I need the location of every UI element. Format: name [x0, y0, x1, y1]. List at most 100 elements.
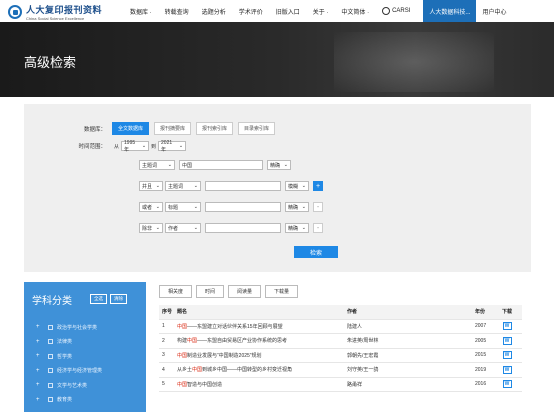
checkbox[interactable]	[48, 324, 53, 330]
checkbox[interactable]	[48, 339, 53, 345]
subject-item[interactable]: + 经济学与经济管理类	[36, 364, 102, 379]
subject-item[interactable]: + 文学与艺术类	[36, 378, 102, 393]
remove-row-button[interactable]: -	[313, 202, 323, 212]
field-select-1[interactable]: 主题词 ⌄	[139, 160, 175, 170]
nav-carsi[interactable]: CARSI	[382, 7, 410, 15]
expand-icon[interactable]: +	[36, 382, 43, 388]
field-select-4[interactable]: 作者 ⌄	[165, 223, 201, 233]
subject-item[interactable]: + 法律类	[36, 335, 102, 350]
from-year-select[interactable]: 1995年 ⌄	[121, 140, 150, 153]
checkbox[interactable]	[48, 382, 53, 388]
nav-database[interactable]: 数据库 ·	[130, 7, 152, 16]
expand-icon[interactable]: +	[36, 397, 43, 403]
table-row: 1 中国——东盟建立对话伙伴关系15年回顾与展望 陆建人 2007 W	[159, 320, 522, 334]
match-select-1[interactable]: 精确 ⌄	[267, 160, 291, 170]
keyword-input-1[interactable]: 中国	[179, 160, 263, 170]
checkbox[interactable]	[48, 368, 53, 374]
logic-select-2[interactable]: 并且 ⌄	[139, 181, 163, 191]
subject-item[interactable]: + 教育类	[36, 393, 102, 408]
logic-select-3[interactable]: 或者 ⌄	[139, 202, 163, 212]
word-download-icon[interactable]: W	[502, 336, 512, 345]
row-number: 2	[162, 337, 165, 344]
nav-academic-evaluation[interactable]: 学术评价	[239, 7, 263, 16]
author-link[interactable]: 朱进英/周世林	[345, 337, 475, 344]
clear-button[interactable]: 清除	[110, 294, 127, 304]
article-title-link[interactable]: 中国智造与中国创造	[175, 381, 345, 388]
year: 2019	[475, 366, 487, 373]
field-select-2[interactable]: 主题词 ⌄	[165, 181, 201, 191]
subject-list: + 政治学与社会学类 + 法律类 + 哲学类 + 经济学与经济管理类 + 文学与艺术类 +…	[36, 320, 102, 407]
word-download-icon[interactable]: W	[502, 351, 512, 360]
add-row-button[interactable]: +	[313, 181, 323, 191]
nav-old-version[interactable]: 旧版入口	[276, 7, 300, 16]
checkbox[interactable]	[48, 397, 53, 403]
col-no: 序号	[162, 309, 173, 316]
subject-item[interactable]: + 哲学类	[36, 349, 102, 364]
expand-icon[interactable]: +	[36, 339, 43, 345]
search-button[interactable]: 检索	[294, 246, 338, 258]
field-select-3[interactable]: 标题 ⌄	[165, 202, 201, 212]
advanced-search-panel: 数据库： 全文数据库 报刊摘要库 报刊索引库 目录索引库 时间范围： 从 199…	[24, 104, 531, 272]
col-author: 作者	[347, 309, 358, 316]
remove-row-button[interactable]: -	[313, 223, 323, 233]
year: 2005	[475, 337, 487, 344]
author-link[interactable]: 路甬祥	[345, 381, 475, 388]
top-navigation: 人大复印报刊资料 China Social Science Excellence…	[0, 0, 554, 23]
search-condition-row-4: 除非 ⌄ 作者 ⌄ 精确 ⌄ -	[139, 223, 323, 233]
col-title: 题名	[177, 309, 188, 316]
search-condition-row-2: 并且 ⌄ 主题词 ⌄ 模糊 ⌄ +	[139, 181, 323, 191]
nav-about[interactable]: 关于 ·	[313, 7, 329, 16]
sort-reads[interactable]: 阅读量	[228, 285, 262, 298]
sort-relevance[interactable]: 相关度	[159, 285, 193, 298]
logo-subtitle: China Social Science Excellence	[26, 16, 85, 21]
site-logo[interactable]: 人大复印报刊资料 China Social Science Excellence	[8, 3, 102, 21]
keyword-input-2[interactable]	[205, 181, 281, 191]
nav-topic-analysis[interactable]: 选题分析	[202, 7, 226, 16]
database-label: 数据库：	[83, 126, 106, 133]
expand-icon[interactable]: +	[36, 368, 43, 374]
logo-icon	[8, 5, 22, 19]
author-link[interactable]: 陆建人	[345, 323, 475, 330]
expand-icon[interactable]: +	[36, 353, 43, 359]
db-tab-index[interactable]: 报刊索引库	[196, 122, 234, 135]
nav-institution[interactable]: 人大数据科技...	[423, 0, 477, 23]
db-tab-fulltext[interactable]: 全文数据库	[112, 122, 150, 135]
nav-user-center[interactable]: 用户中心	[482, 7, 506, 16]
expand-icon[interactable]: +	[36, 324, 43, 330]
subject-sidebar: 学科分类 全选 清除 + 政治学与社会学类 + 法律类 + 哲学类 + 经济学与经济管理…	[24, 282, 146, 412]
table-row: 5 中国智造与中国创造 路甬祥 2016 W	[159, 378, 522, 392]
keyword-input-3[interactable]	[205, 202, 281, 212]
author-link[interactable]: 刘守英/王一鸽	[345, 366, 475, 373]
year: 2007	[475, 323, 487, 330]
keyword-input-4[interactable]	[205, 223, 281, 233]
article-title-link[interactable]: 中国制造业发展与“中国制造2025”规划	[175, 352, 345, 359]
search-condition-row-3: 或者 ⌄ 标题 ⌄ 精确 ⌄ -	[139, 202, 323, 212]
sort-tabs: 相关度 时间 阅读量 下载量	[159, 285, 302, 298]
to-year-select[interactable]: 2021年 ⌄	[158, 140, 187, 153]
match-select-2[interactable]: 模糊 ⌄	[285, 181, 309, 191]
select-all-button[interactable]: 全选	[90, 294, 107, 304]
match-select-3[interactable]: 精确 ⌄	[285, 202, 309, 212]
logic-select-4[interactable]: 除非 ⌄	[139, 223, 163, 233]
word-download-icon[interactable]: W	[502, 380, 512, 389]
db-tab-catalog[interactable]: 目录索引库	[238, 122, 276, 135]
checkbox[interactable]	[48, 353, 53, 359]
database-row: 数据库： 全文数据库 报刊摘要库 报刊索引库 目录索引库	[78, 122, 280, 135]
match-select-4[interactable]: 精确 ⌄	[285, 223, 309, 233]
author-link[interactable]: 郭朝先/王宏霞	[345, 352, 475, 359]
subject-item[interactable]: + 政治学与社会学类	[36, 320, 102, 335]
sort-time[interactable]: 时间	[196, 285, 225, 298]
col-year: 年份	[475, 309, 486, 316]
table-header: 序号 题名 作者 年份 下载	[159, 305, 522, 320]
sort-downloads[interactable]: 下载量	[265, 285, 299, 298]
nav-language[interactable]: 中文简体 ·	[341, 7, 369, 16]
article-title-link[interactable]: 从乡土中国到城乡中国——中国转型的乡村变迁视角	[175, 366, 345, 373]
word-download-icon[interactable]: W	[502, 365, 512, 374]
table-row: 2 构建中国——东盟自由贸易区产业协作系统的思考 朱进英/周世林 2005 W	[159, 334, 522, 349]
row-number: 4	[162, 366, 165, 373]
db-tab-abstract[interactable]: 报刊摘要库	[154, 122, 192, 135]
article-title-link[interactable]: 中国——东盟建立对话伙伴关系15年回顾与展望	[175, 323, 345, 330]
nav-reprint-query[interactable]: 转载查询	[165, 7, 189, 16]
article-title-link[interactable]: 构建中国——东盟自由贸易区产业协作系统的思考	[175, 337, 345, 344]
word-download-icon[interactable]: W	[502, 322, 512, 331]
